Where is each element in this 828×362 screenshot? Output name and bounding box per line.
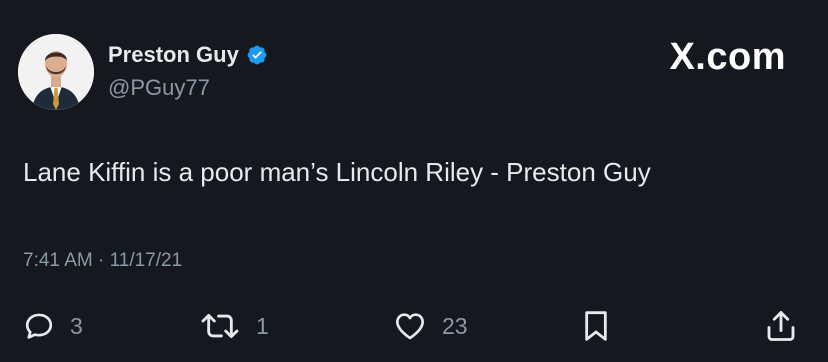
person-in-suit-icon bbox=[18, 34, 94, 110]
reply-button[interactable]: 3 bbox=[22, 303, 83, 349]
like-button[interactable]: 23 bbox=[392, 303, 468, 349]
brand-logo: X.com bbox=[669, 36, 786, 78]
avatar[interactable] bbox=[18, 34, 94, 110]
retweet-button[interactable]: 1 bbox=[198, 303, 269, 349]
like-count: 23 bbox=[442, 312, 468, 339]
tweet-card: Preston Guy @PGuy77 X.com Lane Kiffin is… bbox=[0, 0, 828, 362]
bookmark-icon bbox=[585, 311, 607, 341]
action-bar: 3 1 23 bbox=[0, 303, 828, 349]
bookmark-button[interactable] bbox=[580, 303, 612, 349]
share-icon bbox=[767, 311, 795, 341]
author-handle[interactable]: @PGuy77 bbox=[108, 75, 210, 101]
retweet-count: 1 bbox=[256, 312, 269, 339]
reply-count: 3 bbox=[70, 312, 83, 339]
heart-icon bbox=[396, 313, 424, 340]
author-name[interactable]: Preston Guy bbox=[108, 42, 239, 68]
retweet-icon bbox=[201, 313, 239, 339]
author-name-row[interactable]: Preston Guy bbox=[108, 42, 268, 68]
tweet-timestamp[interactable]: 7:41 AM · 11/17/21 bbox=[23, 250, 182, 272]
tweet-text: Lane Kiffin is a poor man’s Lincoln Rile… bbox=[23, 157, 651, 187]
reply-icon bbox=[25, 313, 53, 339]
share-button[interactable] bbox=[762, 303, 800, 349]
verified-badge-icon bbox=[247, 45, 267, 65]
